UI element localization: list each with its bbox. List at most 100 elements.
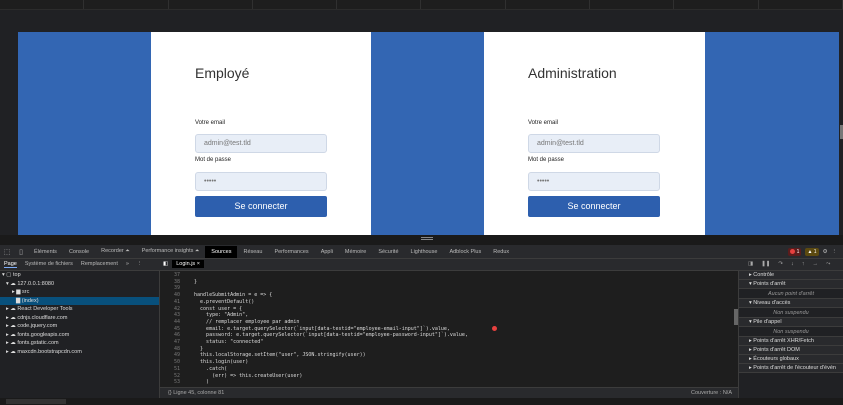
tab-console[interactable]: Console (63, 249, 95, 255)
tree-item[interactable]: ▾ ☁ 127.0.0.1:8080 (0, 280, 159, 289)
tree-item[interactable]: ▸ ☁ cdnjs.cloudflare.com (0, 314, 159, 323)
line-number[interactable]: 45 (168, 326, 180, 332)
line-number[interactable]: 38 (168, 279, 180, 285)
sidebar-section-header[interactable]: ▾ Pile d'appel (739, 318, 843, 327)
settings-icon[interactable]: ⚙ (823, 249, 828, 255)
devtools-resize-handle[interactable] (0, 235, 843, 245)
step-into-icon[interactable]: ↓ (791, 261, 794, 268)
email-input[interactable]: admin@test.tld (195, 134, 327, 153)
step-over-icon[interactable]: ↷ (778, 261, 783, 268)
tree-item[interactable]: ▾ ▢ top (0, 271, 159, 280)
open-file-tab[interactable]: Login.js × (172, 260, 204, 268)
tab-lighthouse[interactable]: Lighthouse (405, 249, 444, 255)
code-line: (err) => this.createUser(user) (188, 372, 303, 379)
code-line: email: e.target.querySelector(`input[dat… (188, 325, 450, 332)
line-number[interactable]: 44 (168, 319, 180, 325)
line-number[interactable]: 47 (168, 339, 180, 345)
tab-network[interactable]: Réseau (237, 249, 268, 255)
line-number[interactable]: 48 (168, 346, 180, 352)
line-number[interactable]: 46 (168, 332, 180, 338)
pause-icon[interactable]: ❚❚ (761, 261, 770, 268)
sidebar-section-header[interactable]: ▸ Contrôle (739, 271, 843, 280)
code-line: e.preventDefault() (188, 298, 255, 305)
employee-login-card: Employé Votre email admin@test.tld Mot d… (151, 32, 371, 235)
sidebar-section-empty-text: Non suspendu (739, 327, 843, 337)
nav-more-chevron-icon[interactable]: » (126, 261, 129, 268)
line-number[interactable]: 49 (168, 352, 180, 358)
toggle-debugger-icon[interactable]: ◨ (748, 261, 753, 268)
line-number[interactable]: 39 (168, 285, 180, 291)
line-number[interactable]: 50 (168, 359, 180, 365)
file-tree: ▾ ▢ top ▾ ☁ 127.0.0.1:8080 ▸ ▆ src ▇ (index… (0, 271, 160, 398)
error-icon (790, 248, 796, 254)
code-line: } (188, 345, 204, 352)
more-icon[interactable]: ⋮ (137, 261, 143, 268)
tab-performance-insights[interactable]: Performance insights ⏶ (136, 248, 206, 255)
password-input[interactable]: ••••• (528, 172, 660, 191)
coverage-status: Couverture : N/A (691, 390, 732, 396)
tree-item[interactable]: ▸ ☁ fonts.googleapis.com (0, 331, 159, 340)
tree-item[interactable]: ▸ ▆ src (0, 288, 159, 297)
error-badge[interactable]: 1 (788, 247, 802, 256)
sources-toolbar: Page Système de fichiers Remplacement » … (0, 259, 843, 271)
tree-item[interactable]: ▸ ☁ React Developer Tools (0, 305, 159, 314)
submit-button[interactable]: Se connecter (528, 196, 660, 217)
sidebar-section-header[interactable]: ▸ Points d'arrêt XHR/Fetch (739, 337, 843, 346)
line-number[interactable]: 41 (168, 299, 180, 305)
code-line: this.localStorage.setItem("user", JSON.s… (188, 352, 366, 359)
sidebar-section-empty-text: Aucun point d'arrêt (739, 289, 843, 299)
sidebar-section-header[interactable]: ▸ Écouteurs globaux (739, 355, 843, 364)
code-line: const user = { (188, 305, 243, 312)
tab-application[interactable]: Appli (315, 249, 339, 255)
line-number[interactable]: 37 (168, 272, 180, 278)
inspect-icon[interactable]: ⬚ (0, 245, 14, 259)
code-line: handleSubmitAdmin = e => { (188, 292, 273, 299)
step-icon[interactable]: → (813, 261, 819, 268)
sidebar-section-header[interactable]: ▾ Points d'arrêt (739, 280, 843, 289)
warning-badge[interactable]: ▲ 1 (805, 247, 819, 256)
nav-tab-filesystem[interactable]: Système de fichiers (25, 261, 73, 268)
admin-login-card: Administration Votre email admin@test.tl… (484, 32, 705, 235)
tree-item[interactable]: ▸ ☁ maxcdn.bootstrapcdn.com (0, 348, 159, 357)
sidebar-section-header[interactable]: ▸ Points d'arrêt DOM (739, 346, 843, 355)
sidebar-section-header[interactable]: ▸ Points d'arrêt de l'écouteur d'évén (739, 364, 843, 373)
line-number[interactable]: 40 (168, 292, 180, 298)
line-number[interactable]: 52 (168, 373, 180, 379)
editor-status-bar: {} Ligne 45, colonne 81 Couverture : N/A (160, 387, 738, 398)
tab-security[interactable]: Sécurité (372, 249, 404, 255)
tab-adblock-plus[interactable]: Adblock Plus (443, 249, 487, 255)
tab-elements[interactable]: Éléments (28, 249, 63, 255)
line-number[interactable]: 42 (168, 306, 180, 312)
password-label: Mot de passe (195, 157, 232, 163)
card-title: Employé (195, 65, 250, 81)
deactivate-breakpoints-icon[interactable]: ⤳ (826, 261, 830, 268)
tab-redux[interactable]: Redux (487, 249, 515, 255)
blue-panel (371, 32, 484, 235)
cursor-position: {} Ligne 45, colonne 81 (168, 390, 225, 396)
nav-tab-overrides[interactable]: Remplacement (81, 261, 118, 268)
device-toolbar-icon[interactable]: ▯ (14, 245, 28, 259)
email-input[interactable]: admin@test.tld (528, 134, 660, 153)
more-options-icon[interactable]: ⋮ (832, 249, 838, 255)
email-label: Votre email (528, 120, 559, 126)
nav-tab-page[interactable]: Page (4, 261, 17, 268)
submit-button[interactable]: Se connecter (195, 196, 327, 217)
code-editor[interactable]: 37 38 } 39 40 handleSubmitAdmin = e => {41 … (160, 271, 738, 387)
tab-recorder[interactable]: Recorder ⏶ (95, 248, 136, 255)
line-number[interactable]: 53 (168, 379, 180, 385)
tree-item[interactable]: ▸ ☁ fonts.gstatic.com (0, 339, 159, 348)
tab-memory[interactable]: Mémoire (339, 249, 372, 255)
toggle-navigator-icon[interactable]: ◧ (163, 261, 168, 267)
line-number[interactable]: 51 (168, 366, 180, 372)
password-input[interactable]: ••••• (195, 172, 327, 191)
sidebar-section-header[interactable]: ▾ Niveau d'accès (739, 299, 843, 308)
error-icon[interactable] (492, 326, 497, 332)
line-number[interactable]: 43 (168, 312, 180, 318)
step-out-icon[interactable]: ↑ (802, 261, 805, 268)
tab-performance[interactable]: Performances (268, 249, 314, 255)
tab-sources[interactable]: Sources (205, 245, 238, 258)
debugger-sidebar: ▸ Contrôle ▾ Points d'arrêt Aucun point d'… (738, 271, 843, 398)
tree-item[interactable]: ▸ ☁ code.jquery.com (0, 322, 159, 331)
code-line: .catch( (188, 365, 228, 372)
tree-item[interactable]: ▇ (index) (0, 296, 159, 305)
